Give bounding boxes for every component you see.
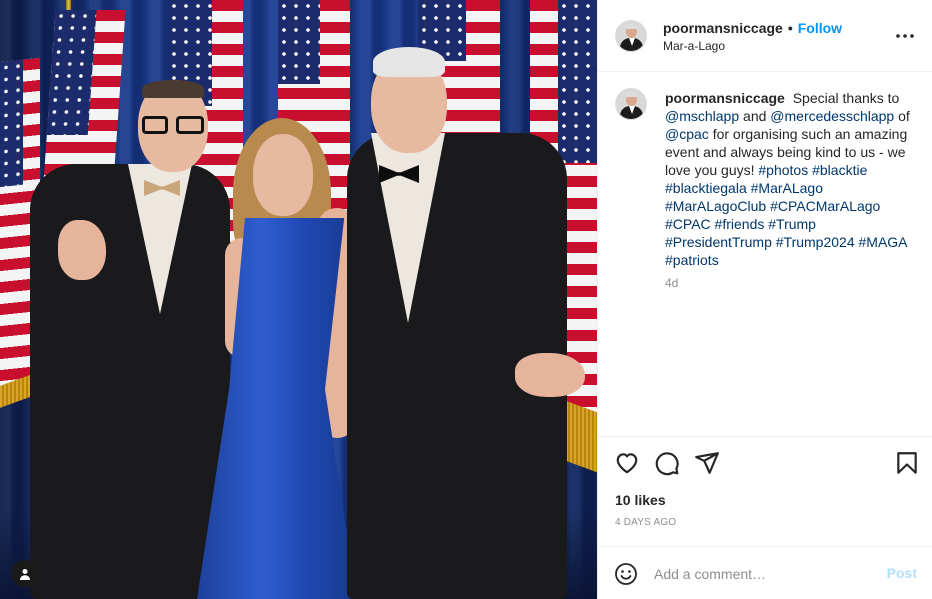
separator-dot: • (787, 20, 793, 36)
smiley-icon[interactable] (614, 562, 638, 586)
hashtag-link[interactable]: #MarALago (751, 180, 823, 196)
hashtag-link[interactable]: #CPAC (665, 216, 711, 232)
hashtag-link[interactable]: #MarALagoClub (665, 198, 766, 214)
caption-text-2: and (743, 108, 767, 124)
hashtag-link[interactable]: #patriots (665, 252, 719, 268)
avatar[interactable] (615, 20, 647, 52)
person-right (345, 45, 595, 599)
header-username[interactable]: poormansniccage (663, 20, 783, 36)
post-button[interactable]: Post (887, 565, 917, 581)
follow-button[interactable]: Follow (798, 20, 842, 36)
hashtag-link[interactable]: #blacktiegala (665, 180, 747, 196)
location-link[interactable]: Mar-a-Lago (663, 39, 725, 53)
caption-text-3: of (898, 108, 910, 124)
mention-link[interactable]: @cpac (665, 126, 709, 142)
comment-input[interactable] (654, 563, 864, 585)
comment-icon[interactable] (654, 450, 680, 476)
comment-bar: Post (598, 546, 932, 599)
caption-avatar[interactable] (615, 88, 647, 120)
mention-link[interactable]: @mercedesschlapp (770, 108, 894, 124)
hashtag-link[interactable]: #blacktie (812, 162, 867, 178)
caption-username[interactable]: poormansniccage (665, 90, 785, 106)
action-bar: 10 likes 4 DAYS AGO (598, 436, 932, 546)
hashtag-link[interactable]: #Trump2024 (776, 234, 855, 250)
hashtag-link[interactable]: #MAGA (859, 234, 907, 250)
user-icon (19, 568, 30, 580)
likes-count[interactable]: 10 likes (615, 492, 666, 508)
caption-text: poormansniccage Special thanks to @mschl… (665, 89, 913, 269)
hashtag-link[interactable]: #Trump (768, 216, 816, 232)
tagged-people-button[interactable] (11, 560, 38, 587)
caption-age: 4d (665, 276, 679, 290)
hashtag-link[interactable]: #CPACMarALago (770, 198, 880, 214)
more-horizontal-icon[interactable] (895, 26, 915, 46)
post-header: poormansniccage • Follow Mar-a-Lago (598, 0, 932, 72)
post-date: 4 DAYS AGO (615, 517, 677, 528)
bookmark-icon[interactable] (894, 450, 920, 476)
mention-link[interactable]: @mschlapp (665, 108, 739, 124)
post-sidebar: poormansniccage • Follow Mar-a-Lago poorma… (597, 0, 932, 599)
paper-plane-icon[interactable] (694, 450, 720, 476)
hashtag-link[interactable]: #photos (758, 162, 808, 178)
caption-text-1: Special thanks to (792, 90, 900, 106)
hashtag-link[interactable]: #friends (715, 216, 765, 232)
post-photo[interactable] (0, 0, 597, 599)
caption-area: poormansniccage Special thanks to @mschl… (598, 72, 932, 436)
heart-icon[interactable] (614, 450, 640, 476)
hashtag-link[interactable]: #PresidentTrump (665, 234, 772, 250)
header-user-line: poormansniccage • Follow (663, 19, 842, 37)
person-middle (195, 118, 370, 599)
